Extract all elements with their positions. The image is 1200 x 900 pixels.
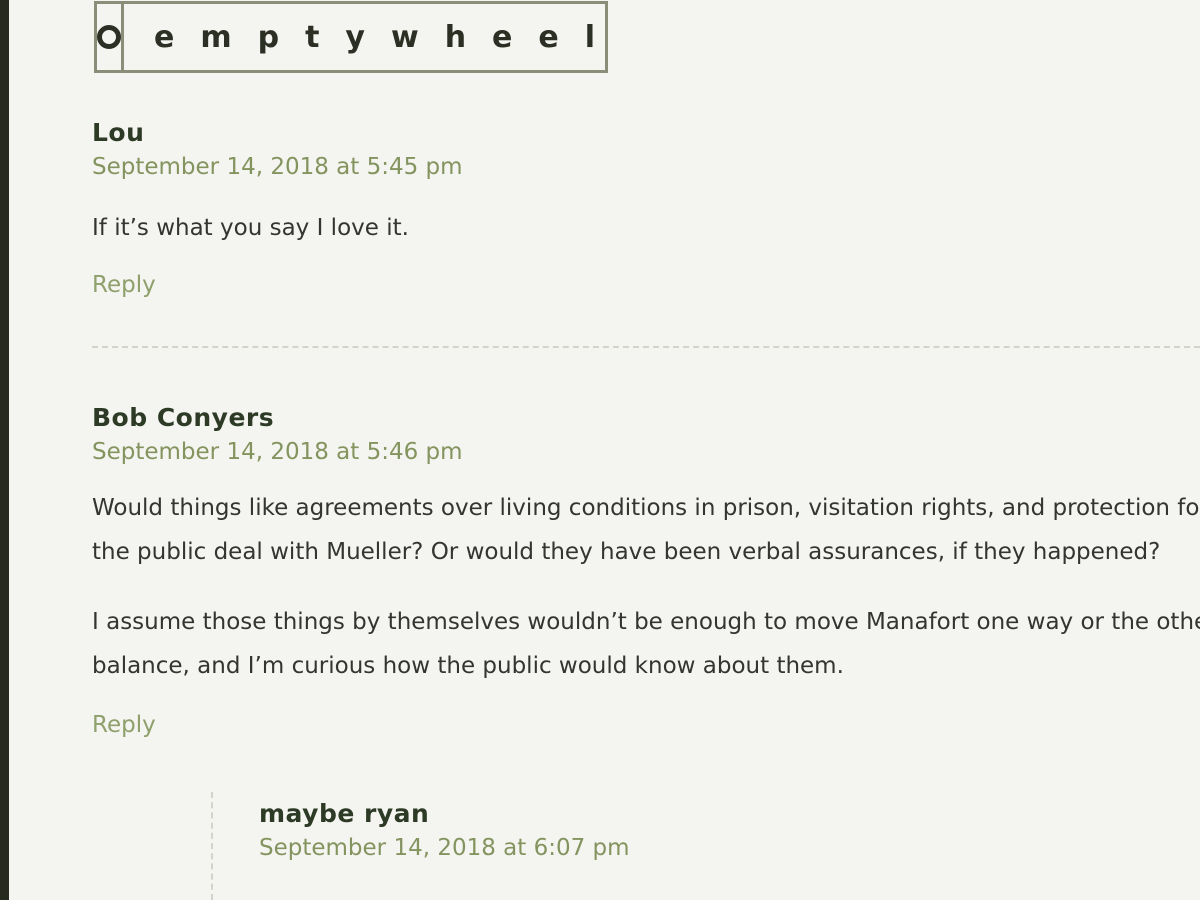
comment-date[interactable]: September 14, 2018 at 5:46 pm xyxy=(92,437,1200,467)
comment-bob-conyers: Bob Conyers September 14, 2018 at 5:46 p… xyxy=(92,403,1200,740)
nested-reply-rule xyxy=(211,792,213,900)
comment-date[interactable]: September 14, 2018 at 6:07 pm xyxy=(259,833,1200,863)
comment-divider xyxy=(92,346,1200,348)
reply-link[interactable]: Reply xyxy=(92,710,1200,740)
site-logo-text: emptywheel xyxy=(154,19,622,55)
comment-lou: Lou September 14, 2018 at 5:45 pm If it’… xyxy=(92,118,1200,300)
comment-text-line: the public deal with Mueller? Or would t… xyxy=(92,539,1161,565)
reply-link[interactable]: Reply xyxy=(92,270,1200,300)
comment-date[interactable]: September 14, 2018 at 5:45 pm xyxy=(92,152,1200,182)
left-edge-bar xyxy=(0,0,9,900)
comment-text-line: Would things like agreements over living… xyxy=(92,495,1200,521)
comment-text: If it’s what you say I love it. xyxy=(92,215,409,241)
site-logo[interactable]: emptywheel xyxy=(94,1,608,73)
comment-author[interactable]: Bob Conyers xyxy=(92,403,1200,433)
comment-text-line: I assume those things by themselves woul… xyxy=(92,609,1200,635)
comment-text-line: balance, and I’m curious how the public … xyxy=(92,653,844,679)
comment-author[interactable]: Lou xyxy=(92,118,1200,148)
comment-maybe-ryan: maybe ryan September 14, 2018 at 6:07 pm xyxy=(259,799,1200,863)
circle-logo-icon xyxy=(97,4,124,70)
comment-author[interactable]: maybe ryan xyxy=(259,799,1200,829)
